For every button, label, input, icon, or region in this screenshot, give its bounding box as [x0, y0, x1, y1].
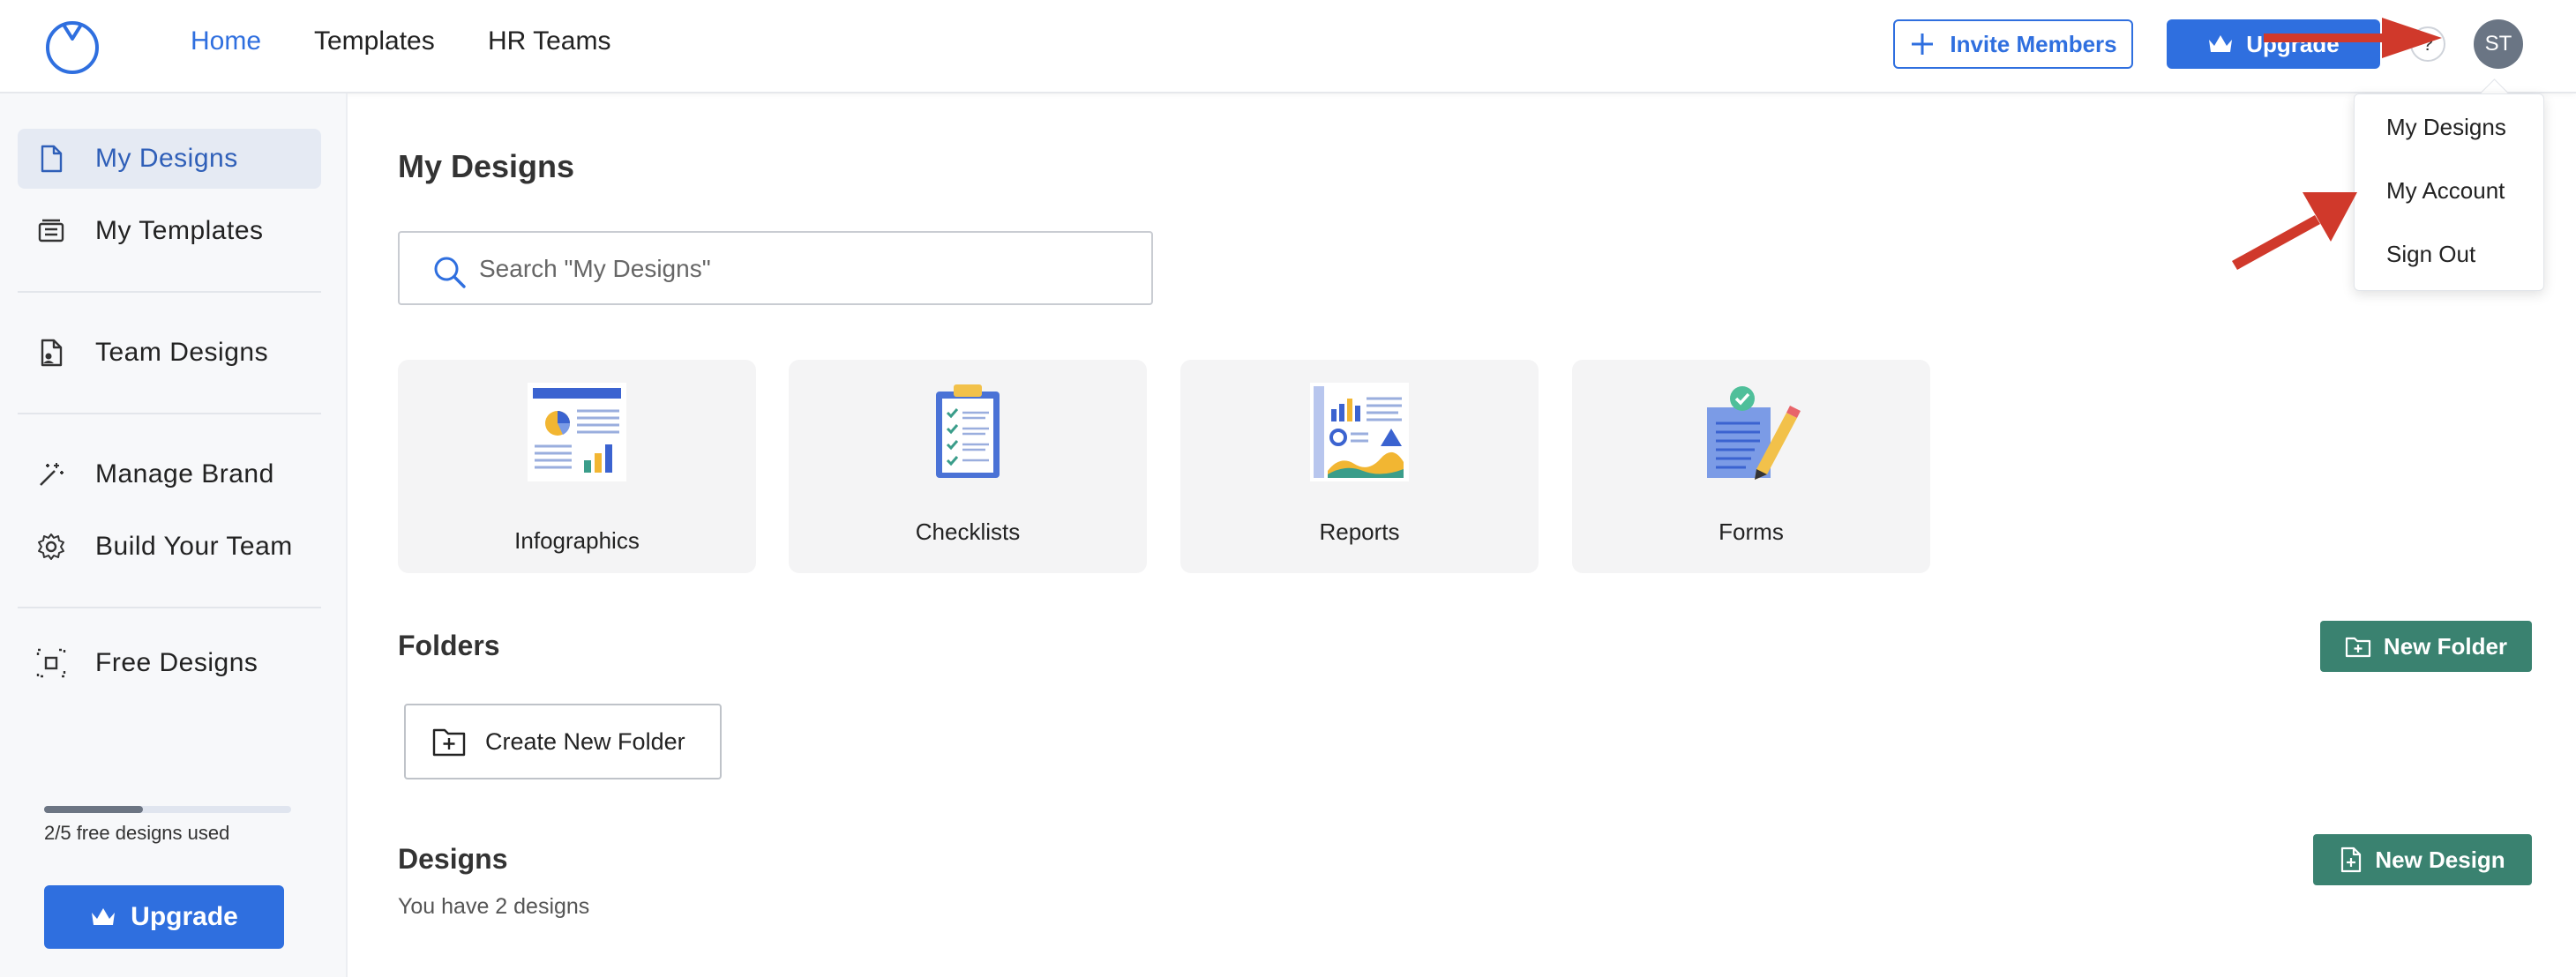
nav-hr-teams[interactable]: HR Teams [488, 26, 610, 56]
document-icon [34, 141, 69, 176]
upgrade-label-sidebar: Upgrade [131, 902, 238, 931]
sidebar-item-label: Team Designs [95, 338, 269, 367]
sidebar-divider [18, 413, 321, 414]
sidebar: My Designs My Templates Team Designs Man… [0, 93, 348, 977]
category-card-reports[interactable]: Reports [1180, 360, 1539, 573]
reports-thumbnail-icon [1310, 383, 1409, 481]
category-card-forms[interactable]: Forms [1572, 360, 1930, 573]
folders-section-title: Folders [398, 630, 500, 661]
invite-members-label: Invite Members [1950, 30, 2117, 57]
sidebar-item-manage-brand[interactable]: Manage Brand [18, 444, 321, 504]
sidebar-divider [18, 607, 321, 608]
sidebar-item-label: Free Designs [95, 648, 258, 677]
free-designs-progress-text: 2/5 free designs used [44, 822, 230, 844]
sidebar-item-label: My Templates [95, 216, 264, 245]
search-icon [434, 257, 466, 288]
checklist-thumbnail-icon [936, 384, 1000, 478]
folder-plus-icon [2345, 637, 2371, 658]
focus-icon [34, 645, 69, 681]
sidebar-item-my-designs[interactable]: My Designs [18, 129, 321, 189]
forms-thumbnail-icon [1707, 386, 1801, 480]
gear-icon [34, 529, 69, 564]
create-new-folder-button[interactable]: Create New Folder [404, 704, 722, 779]
page-title: My Designs [398, 148, 575, 184]
sidebar-item-build-your-team[interactable]: Build Your Team [18, 517, 321, 577]
dropdown-item-sign-out[interactable]: Sign Out [2386, 241, 2475, 268]
sidebar-divider [18, 291, 321, 293]
category-card-infographics[interactable]: Infographics [398, 360, 756, 573]
new-design-button[interactable]: New Design [2313, 834, 2532, 885]
nav-home[interactable]: Home [191, 26, 261, 56]
new-design-label: New Design [2375, 846, 2505, 873]
dropdown-item-my-designs[interactable]: My Designs [2386, 114, 2506, 141]
sidebar-item-team-designs[interactable]: Team Designs [18, 323, 321, 383]
app-logo-icon[interactable] [42, 16, 102, 76]
nav-templates[interactable]: Templates [314, 26, 435, 56]
create-new-folder-label: Create New Folder [485, 727, 685, 755]
account-dropdown-menu: My Designs My Account Sign Out [2354, 93, 2544, 291]
file-plus-icon [2341, 846, 2362, 873]
designs-count-text: You have 2 designs [398, 894, 590, 919]
dropdown-item-my-account[interactable]: My Account [2386, 177, 2505, 205]
top-bar: Home Templates HR Teams Invite Members U… [0, 0, 2576, 93]
crown-icon [2209, 35, 2233, 52]
card-label: Reports [1319, 518, 1400, 545]
invite-members-button[interactable]: Invite Members [1893, 19, 2133, 69]
plus-icon [1912, 34, 1934, 55]
sidebar-item-free-designs[interactable]: Free Designs [18, 633, 321, 693]
free-designs-progress [44, 806, 291, 813]
category-card-checklists[interactable]: Checklists [789, 360, 1147, 573]
designs-section-title: Designs [398, 843, 508, 875]
folder-plus-icon [432, 728, 466, 757]
avatar[interactable]: ST [2474, 19, 2523, 69]
upgrade-button-sidebar[interactable]: Upgrade [44, 885, 284, 949]
magic-wand-icon [34, 457, 69, 492]
annotation-arrow-my-account [2232, 192, 2357, 270]
sidebar-item-my-templates[interactable]: My Templates [18, 201, 321, 261]
upgrade-label-top: Upgrade [2246, 30, 2340, 57]
team-document-icon [34, 335, 69, 370]
crown-icon [92, 908, 116, 925]
new-folder-label: New Folder [2383, 632, 2508, 660]
search-box[interactable] [398, 231, 1153, 305]
help-button[interactable]: ? [2410, 26, 2445, 62]
infographics-thumbnail-icon [528, 383, 626, 481]
search-input[interactable] [477, 245, 1134, 293]
templates-icon [34, 213, 69, 249]
upgrade-button-top[interactable]: Upgrade [2167, 19, 2380, 69]
free-designs-progress-fill [44, 806, 143, 813]
card-label: Forms [1719, 518, 1784, 545]
sidebar-item-label: My Designs [95, 144, 238, 173]
sidebar-item-label: Build Your Team [95, 532, 293, 561]
new-folder-button[interactable]: New Folder [2320, 621, 2532, 672]
card-label: Checklists [915, 518, 1021, 545]
sidebar-item-label: Manage Brand [95, 459, 274, 488]
card-label: Infographics [514, 527, 640, 554]
